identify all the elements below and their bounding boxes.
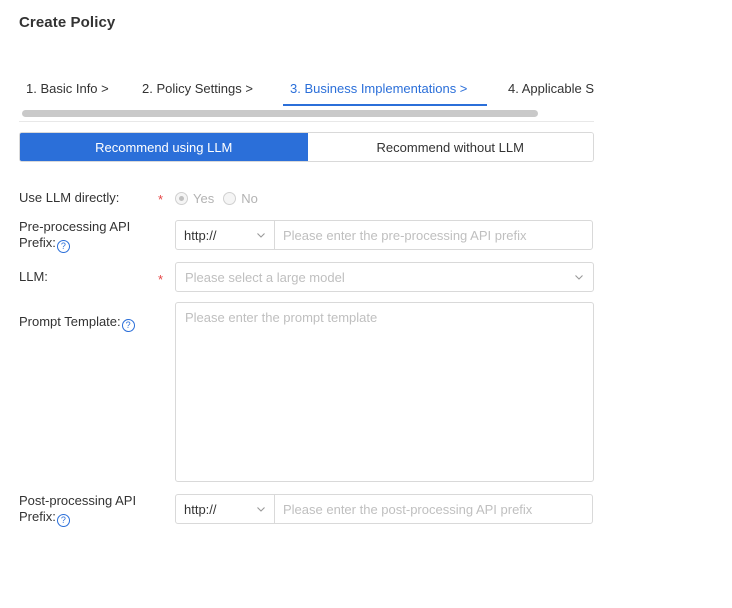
post-api-label-line1: Post-processing API bbox=[19, 493, 137, 508]
pre-api-protocol-value: http:// bbox=[184, 227, 217, 243]
prompt-template-label: Prompt Template:? bbox=[19, 314, 135, 332]
help-icon[interactable]: ? bbox=[121, 319, 135, 332]
radio-no[interactable]: No bbox=[223, 191, 258, 206]
prompt-template-textarea[interactable]: Please enter the prompt template bbox=[175, 302, 594, 482]
radio-no-circle[interactable] bbox=[223, 192, 237, 205]
steps-scrollbar[interactable] bbox=[22, 110, 538, 117]
chevron-down-icon bbox=[257, 233, 265, 238]
llm-select-placeholder: Please select a large model bbox=[185, 269, 345, 285]
post-api-prefix-input[interactable]: Please enter the post-processing API pre… bbox=[275, 495, 592, 523]
pre-api-label-line1: Pre-processing API bbox=[19, 219, 131, 234]
tab-applicable[interactable]: 4. Applicable S bbox=[508, 81, 594, 96]
recommend-without-llm-button[interactable]: Recommend without LLM bbox=[307, 133, 593, 161]
post-api-label-line2: Prefix: bbox=[19, 509, 56, 524]
llm-label: LLM: bbox=[19, 269, 48, 284]
radio-yes-label: Yes bbox=[193, 191, 215, 206]
llm-select[interactable]: Please select a large model bbox=[175, 262, 594, 292]
pre-api-prefix-input[interactable]: Please enter the pre-processing API pref… bbox=[275, 221, 592, 249]
help-icon[interactable]: ? bbox=[56, 240, 70, 253]
tab-business-implementations[interactable]: 3. Business Implementations > bbox=[290, 81, 467, 96]
use-llm-label: Use LLM directly: bbox=[19, 190, 120, 205]
radio-no-label: No bbox=[241, 191, 258, 206]
prompt-template-label-text: Prompt Template: bbox=[19, 314, 121, 329]
steps-tabs: 1. Basic Info > 2. Policy Settings > 3. … bbox=[19, 78, 594, 122]
post-api-protocol-value: http:// bbox=[184, 501, 217, 517]
radio-yes[interactable]: Yes bbox=[175, 191, 214, 206]
active-tab-underline bbox=[283, 104, 487, 106]
mode-toggle: Recommend using LLM Recommend without LL… bbox=[19, 132, 594, 162]
required-mark: * bbox=[158, 272, 164, 287]
chevron-down-icon bbox=[575, 275, 583, 280]
page-title: Create Policy bbox=[19, 14, 116, 31]
post-api-label: Post-processing API Prefix:? bbox=[19, 493, 136, 527]
chevron-down-icon bbox=[257, 507, 265, 512]
pre-api-protocol-select[interactable]: http:// bbox=[176, 221, 275, 249]
pre-api-label: Pre-processing API Prefix:? bbox=[19, 219, 130, 253]
radio-yes-circle[interactable] bbox=[175, 192, 188, 205]
help-icon[interactable]: ? bbox=[56, 514, 70, 527]
pre-api-input-group: http:// Please enter the pre-processing … bbox=[175, 220, 593, 250]
tab-basic-info[interactable]: 1. Basic Info > bbox=[26, 81, 109, 96]
recommend-using-llm-button[interactable]: Recommend using LLM bbox=[20, 133, 308, 161]
tab-policy-settings[interactable]: 2. Policy Settings > bbox=[142, 81, 253, 96]
post-api-protocol-select[interactable]: http:// bbox=[176, 495, 275, 523]
pre-api-label-line2: Prefix: bbox=[19, 235, 56, 250]
required-mark: * bbox=[158, 192, 164, 207]
post-api-input-group: http:// Please enter the post-processing… bbox=[175, 494, 593, 524]
use-llm-radio-group: Yes No bbox=[175, 191, 267, 206]
